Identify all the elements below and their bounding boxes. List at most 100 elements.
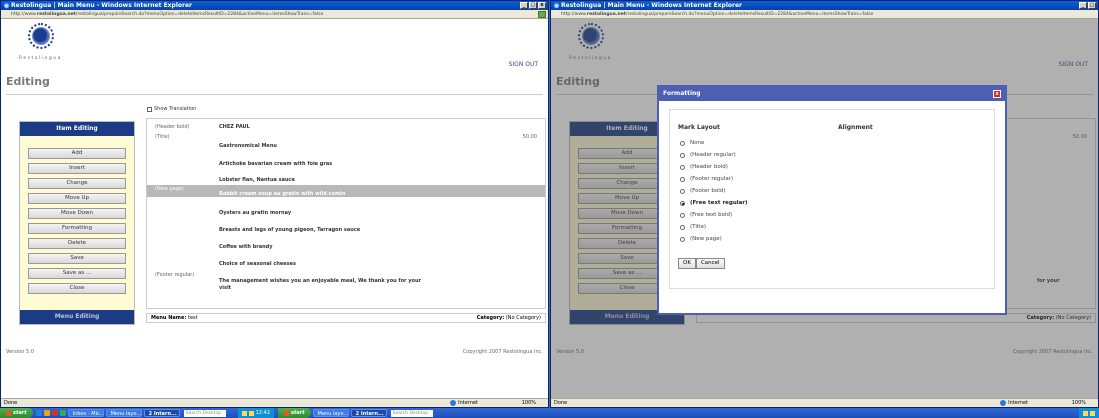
option-footer-regular[interactable]: (Footer regular): [680, 176, 733, 182]
option-label: (Title): [690, 224, 707, 230]
window-title: Restolingua | Main Menu - Windows Intern…: [11, 2, 193, 9]
start-label: start: [291, 410, 305, 416]
radio-icon[interactable]: [680, 212, 685, 218]
tray-icon[interactable]: [1083, 410, 1088, 416]
radio-icon[interactable]: [680, 176, 685, 182]
app2-quicklaunch-icon[interactable]: [59, 410, 66, 416]
zoom-level[interactable]: 100%: [522, 399, 536, 407]
option-header-bold[interactable]: (Header bold): [680, 164, 728, 170]
option-none[interactable]: None: [680, 140, 704, 146]
move-up-button[interactable]: Move Up: [28, 193, 126, 204]
app-quicklaunch-icon[interactable]: [51, 410, 58, 416]
maximize-button[interactable]: □: [1088, 2, 1096, 9]
ie-quicklaunch-icon[interactable]: [35, 410, 42, 416]
delete-button[interactable]: Delete: [28, 238, 126, 249]
save-as-button[interactable]: Save as ...: [28, 268, 126, 279]
option-header-regular[interactable]: (Header regular): [680, 152, 736, 158]
address-path: /restolingua/prepareSearch.do?menuOption…: [75, 12, 324, 17]
tray-icon[interactable]: [248, 410, 254, 416]
close-menu-button[interactable]: Close: [28, 283, 126, 294]
option-new-page[interactable]: (New page): [680, 236, 722, 242]
zone-label: Internet: [1008, 400, 1028, 406]
radio-icon[interactable]: [680, 236, 685, 242]
option-free-text-bold[interactable]: (Free text bold): [680, 212, 732, 218]
radio-selected-icon[interactable]: [680, 200, 685, 206]
ok-button[interactable]: OK: [678, 258, 696, 269]
radio-icon[interactable]: [680, 188, 685, 194]
option-title[interactable]: (Title): [680, 224, 706, 230]
clock: 12:42: [255, 410, 271, 416]
item-editing-panel: Item Editing Add Insert Change Move Up M…: [19, 121, 135, 325]
radio-icon[interactable]: [680, 140, 685, 146]
window-titlebar[interactable]: e Restolingua | Main Menu - Windows Inte…: [551, 1, 1098, 10]
radio-icon[interactable]: [680, 152, 685, 158]
radio-icon[interactable]: [680, 224, 685, 230]
desktop-search-input[interactable]: Search Desktop: [390, 409, 433, 417]
desktop-search-input[interactable]: Search Desktop: [183, 409, 226, 417]
insert-button[interactable]: Insert: [28, 163, 126, 174]
windows-taskbar: start Inbox - Mic... Menu layo... 2 Inte…: [0, 408, 1099, 418]
minimize-button[interactable]: _: [1079, 2, 1087, 9]
checkbox-icon[interactable]: [147, 106, 152, 112]
option-label: (Header bold): [690, 164, 728, 170]
dialog-close-icon[interactable]: x: [993, 90, 1001, 98]
minimize-button[interactable]: _: [520, 2, 528, 9]
svg-text:e: e: [555, 4, 559, 9]
dialog-title[interactable]: Formatting x: [659, 87, 1005, 101]
category-label: Category:: [476, 315, 505, 321]
taskbar-item-active[interactable]: 2 Intern...: [143, 409, 180, 417]
start-button[interactable]: start: [0, 408, 33, 418]
ie-icon: e: [553, 2, 560, 9]
selected-list-item[interactable]: (New page) Rabbit cream soup au gratin w…: [147, 185, 545, 197]
go-icon[interactable]: [538, 11, 546, 18]
menu-editing-tab[interactable]: Menu Editing: [20, 310, 134, 324]
tray-icon[interactable]: [241, 410, 247, 416]
option-footer-bold[interactable]: (Footer bold): [680, 188, 725, 194]
signout-link[interactable]: SIGN OUT: [509, 61, 538, 68]
radio-icon[interactable]: [680, 164, 685, 170]
windows-logo-icon: [6, 410, 11, 416]
maximize-button[interactable]: □: [529, 2, 537, 9]
item-text: Rabbit cream soup au gratin with wild cu…: [219, 191, 346, 197]
internet-globe-icon: [1000, 400, 1007, 406]
add-button[interactable]: Add: [28, 148, 126, 159]
taskbar-item[interactable]: Menu layo...: [105, 409, 142, 417]
change-button[interactable]: Change: [28, 178, 126, 189]
item-mark: (Title): [155, 134, 170, 140]
ie-icon: e: [3, 2, 10, 9]
show-translation-toggle[interactable]: Show Translation: [147, 106, 196, 112]
address-bar[interactable]: http://www.restolingua.net/restolingua/p…: [1, 10, 548, 19]
taskbar-item[interactable]: Menu layo...: [312, 409, 349, 417]
zoom-level[interactable]: 100%: [1072, 399, 1086, 407]
save-button[interactable]: Save: [28, 253, 126, 264]
folder-quicklaunch-icon[interactable]: [43, 410, 50, 416]
status-bar: Done Internet 100%: [1, 398, 548, 407]
option-label: (Free text regular): [690, 200, 748, 206]
divider: [6, 94, 543, 95]
taskbar-item-active[interactable]: 2 Intern...: [350, 409, 387, 417]
status-text: Done: [554, 400, 568, 406]
taskbar-item[interactable]: Inbox - Mic...: [67, 409, 104, 417]
formatting-dialog: Formatting x Mark Layout Alignment None …: [657, 85, 1007, 315]
sidebar-header: Item Editing: [20, 122, 134, 136]
item-text: Artichoke bavarian cream with foie gras: [219, 161, 333, 167]
window-titlebar[interactable]: e Restolingua | Main Menu - Windows Inte…: [1, 1, 548, 10]
address-bar[interactable]: http://www.restolingua.net/restolingua/p…: [551, 10, 1098, 19]
item-price: 50.00: [522, 134, 537, 140]
start-button-2[interactable]: start: [278, 408, 311, 418]
formatting-button[interactable]: Formatting: [28, 223, 126, 234]
item-text: CHEZ PAUL: [219, 124, 250, 130]
close-button[interactable]: x: [538, 2, 546, 9]
cancel-button[interactable]: Cancel: [695, 258, 725, 269]
window-title: Restolingua | Main Menu - Windows Intern…: [561, 2, 743, 9]
item-mark: (New page): [155, 186, 184, 192]
tray-icon[interactable]: [1090, 410, 1095, 416]
alignment-heading: Alignment: [838, 124, 873, 131]
option-label: (Free text bold): [690, 212, 733, 218]
move-down-button[interactable]: Move Down: [28, 208, 126, 219]
security-zone: Internet: [1000, 399, 1028, 407]
option-free-text-regular[interactable]: (Free text regular): [680, 200, 748, 206]
start-label: start: [13, 410, 27, 416]
version-text: Version 5.0: [6, 349, 34, 355]
address-prefix: http://www.: [11, 12, 37, 17]
